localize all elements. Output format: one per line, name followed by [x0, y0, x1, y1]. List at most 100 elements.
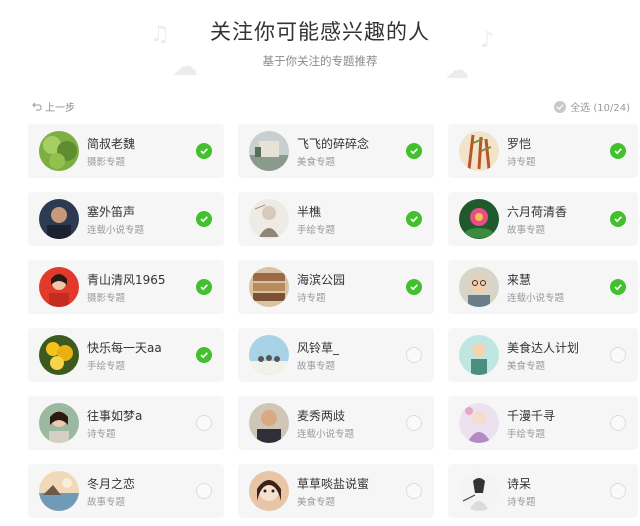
page-subtitle: 基于你关注的专题推荐 [262, 54, 378, 68]
unchecked-circle-icon[interactable] [196, 483, 212, 499]
user-category: 手绘专题 [507, 429, 546, 440]
user-grid: 简叔老魏 摄影专题 飞飞的碎碎念 美食专题 罗恺 诗专题 塞外笛声 连载小说专题… [28, 124, 638, 518]
user-name: 青山清风1965 [87, 273, 166, 287]
checkmark-icon[interactable] [196, 143, 212, 159]
avatar [459, 131, 499, 171]
user-category: 美食专题 [507, 361, 546, 372]
checkmark-icon[interactable] [406, 143, 422, 159]
user-category: 摄影专题 [87, 293, 126, 304]
user-card[interactable]: 半樵 手绘专题 [238, 192, 434, 246]
avatar [249, 199, 289, 239]
user-category: 手绘专题 [87, 361, 126, 372]
avatar [459, 403, 499, 443]
user-name: 千漫千寻 [507, 409, 556, 423]
user-category: 诗专题 [297, 293, 326, 304]
user-card[interactable]: 罗恺 诗专题 [448, 124, 638, 178]
checkmark-icon[interactable] [406, 279, 422, 295]
user-card[interactable]: 诗呆 诗专题 [448, 464, 638, 518]
user-name: 罗恺 [507, 137, 532, 151]
avatar [459, 199, 499, 239]
checkmark-icon[interactable] [196, 211, 212, 227]
user-card[interactable]: 海滨公园 诗专题 [238, 260, 434, 314]
avatar [249, 267, 289, 307]
user-category: 连载小说专题 [87, 225, 145, 236]
unchecked-circle-icon[interactable] [610, 483, 626, 499]
checkmark-icon[interactable] [610, 211, 626, 227]
user-card[interactable]: 飞飞的碎碎念 美食专题 [238, 124, 434, 178]
avatar [459, 335, 499, 375]
user-name: 飞飞的碎碎念 [297, 137, 370, 151]
avatar [39, 335, 79, 375]
user-card[interactable]: 麦秀两歧 连载小说专题 [238, 396, 434, 450]
user-card[interactable]: 美食达人计划 美食专题 [448, 328, 638, 382]
user-name: 麦秀两歧 [297, 409, 346, 423]
user-card[interactable]: 千漫千寻 手绘专题 [448, 396, 638, 450]
user-card[interactable]: 塞外笛声 连载小说专题 [28, 192, 224, 246]
avatar [39, 199, 79, 239]
user-card[interactable]: 往事如梦a 诗专题 [28, 396, 224, 450]
user-category: 故事专题 [507, 225, 546, 236]
page-title: 关注你可能感兴趣的人 [210, 20, 430, 44]
user-card[interactable]: 简叔老魏 摄影专题 [28, 124, 224, 178]
avatar [39, 131, 79, 171]
user-name: 风铃草_ [297, 341, 340, 355]
user-category: 连载小说专题 [297, 429, 355, 440]
user-name: 六月荷清香 [507, 205, 568, 219]
unchecked-circle-icon[interactable] [406, 483, 422, 499]
avatar [249, 335, 289, 375]
avatar [39, 267, 79, 307]
user-name: 来慧 [507, 273, 532, 287]
user-name: 简叔老魏 [87, 137, 136, 151]
unchecked-circle-icon[interactable] [610, 347, 626, 363]
user-card[interactable]: 风铃草_ 故事专题 [238, 328, 434, 382]
user-category: 美食专题 [297, 497, 336, 508]
user-category: 手绘专题 [297, 225, 336, 236]
user-category: 美食专题 [297, 157, 336, 168]
avatar [249, 131, 289, 171]
avatar [249, 403, 289, 443]
checkmark-icon[interactable] [196, 279, 212, 295]
page-header: 关注你可能感兴趣的人 基于你关注的专题推荐 [0, 0, 640, 92]
user-category: 诗专题 [507, 157, 536, 168]
user-name: 塞外笛声 [87, 205, 136, 219]
back-label: 上一步 [45, 103, 75, 114]
back-button[interactable]: 上一步 [32, 99, 75, 114]
select-all-toggle[interactable]: 全选 (10/24) [554, 99, 630, 114]
avatar [249, 471, 289, 511]
checkmark-icon[interactable] [196, 347, 212, 363]
checkmark-icon[interactable] [610, 279, 626, 295]
user-card[interactable]: 青山清风1965 摄影专题 [28, 260, 224, 314]
user-name: 诗呆 [507, 477, 532, 491]
user-card[interactable]: 草草啖盐说蜜 美食专题 [238, 464, 434, 518]
user-name: 草草啖盐说蜜 [297, 477, 370, 491]
check-icon [554, 100, 567, 113]
user-card[interactable]: 冬月之恋 故事专题 [28, 464, 224, 518]
unchecked-circle-icon[interactable] [610, 415, 626, 431]
unchecked-circle-icon[interactable] [406, 415, 422, 431]
user-category: 连载小说专题 [507, 293, 565, 304]
user-card[interactable]: 六月荷清香 故事专题 [448, 192, 638, 246]
avatar [39, 403, 79, 443]
checkmark-icon[interactable] [406, 211, 422, 227]
avatar [459, 471, 499, 511]
user-name: 半樵 [297, 205, 322, 219]
unchecked-circle-icon[interactable] [406, 347, 422, 363]
user-name: 往事如梦a [87, 409, 143, 423]
user-name: 冬月之恋 [87, 477, 136, 491]
user-card[interactable]: 来慧 连载小说专题 [448, 260, 638, 314]
user-card[interactable]: 快乐每一天aa 手绘专题 [28, 328, 224, 382]
user-category: 故事专题 [297, 361, 336, 372]
user-name: 美食达人计划 [507, 341, 580, 355]
user-category: 诗专题 [507, 497, 536, 508]
checkmark-icon[interactable] [610, 143, 626, 159]
back-arrow-icon [32, 102, 42, 112]
select-all-label: 全选 (10/24) [570, 103, 630, 114]
user-name: 快乐每一天aa [87, 341, 162, 355]
user-category: 诗专题 [87, 429, 116, 440]
user-name: 海滨公园 [297, 273, 346, 287]
unchecked-circle-icon[interactable] [196, 415, 212, 431]
avatar [39, 471, 79, 511]
user-category: 摄影专题 [87, 157, 126, 168]
user-category: 故事专题 [87, 497, 126, 508]
avatar [459, 267, 499, 307]
